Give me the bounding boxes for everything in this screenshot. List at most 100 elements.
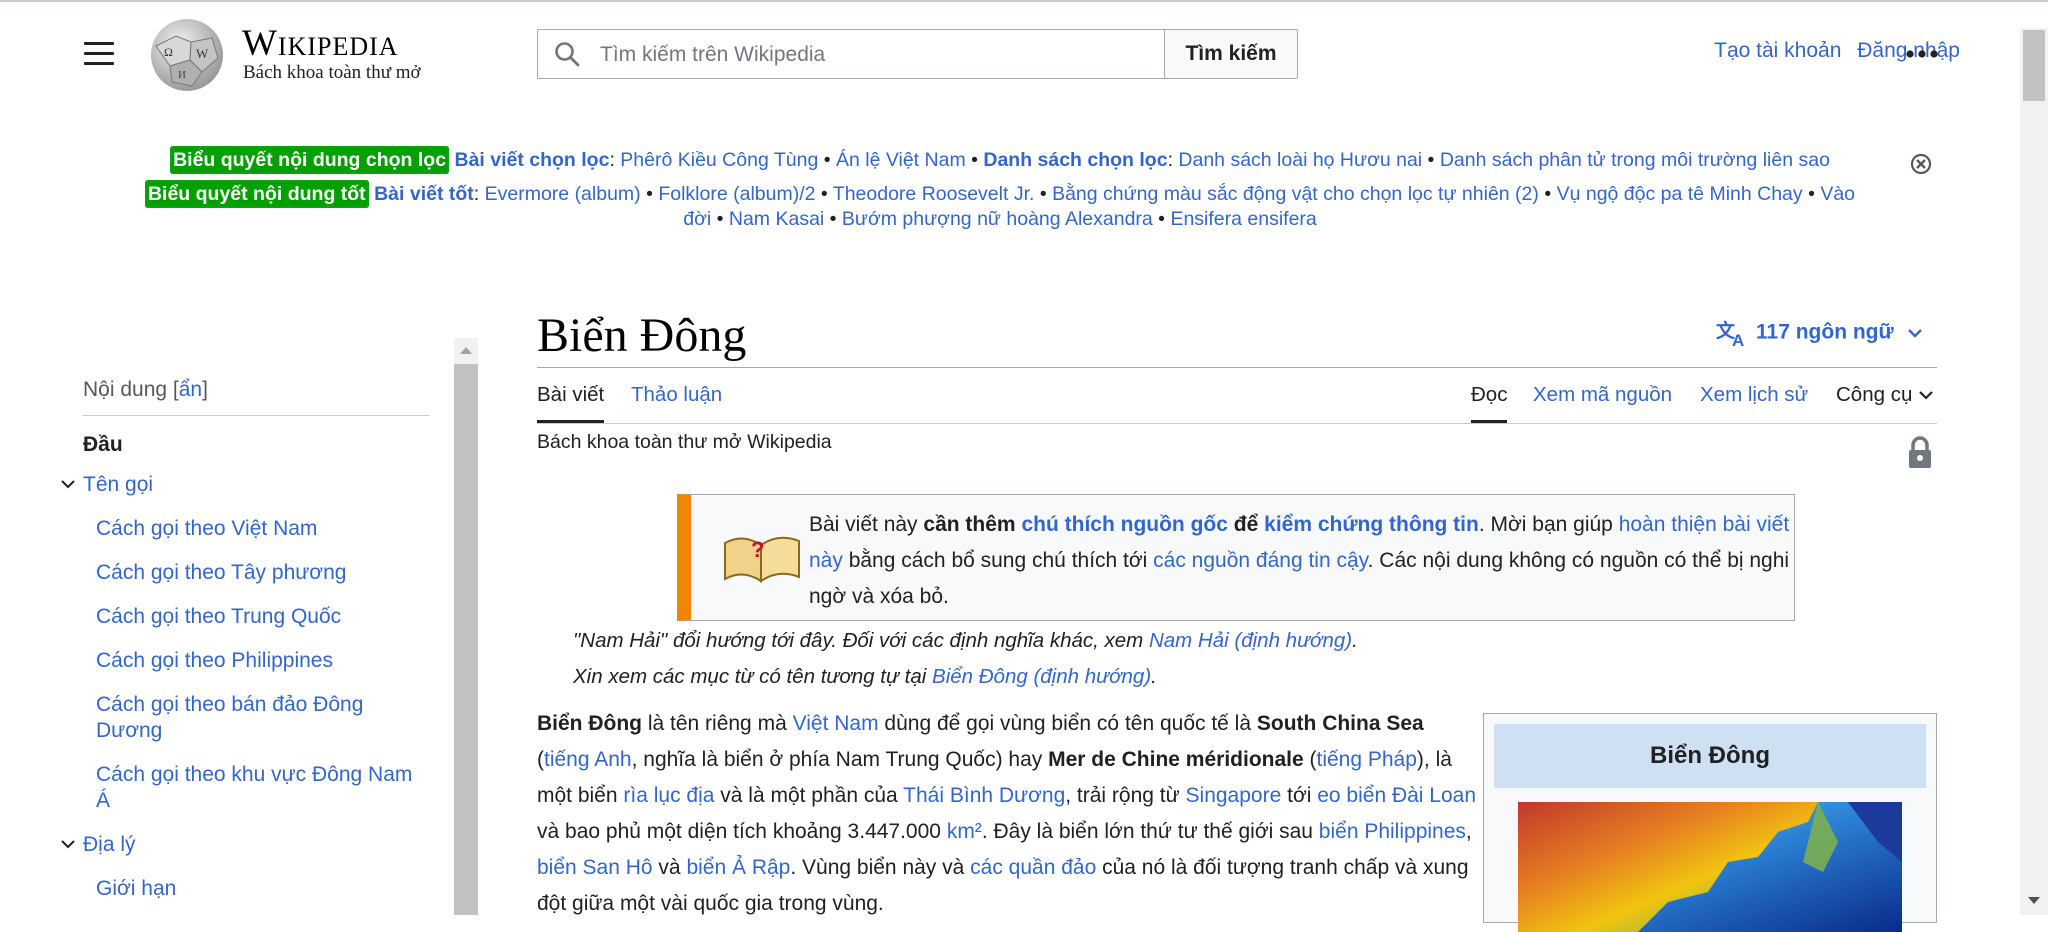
tab-article[interactable]: Bài viết [537,383,605,423]
featured-article-link[interactable]: Phêrô Kiều Công Tùng [620,149,818,171]
main-menu-icon[interactable] [84,42,114,66]
tab-view-source[interactable]: Xem mã nguồn [1533,383,1672,407]
toc-subitem[interactable]: Cách gọi theo bán đảo Đông Dương [96,692,429,744]
wikipedia-wordmark[interactable]: Wikipedia [242,22,399,65]
good-article-link[interactable]: Theodore Roosevelt Jr. [833,183,1035,205]
toc-link[interactable]: Cách gọi theo khu vực Đông Nam Á [96,763,412,812]
featured-list-link[interactable]: Danh sách loài họ Hươu nai [1178,149,1422,171]
notice-link[interactable]: các nguồn đáng tin cậy [1153,549,1367,572]
page-scrollbar[interactable] [2020,28,2048,915]
good-vote-badge[interactable]: Biểu quyết nội dung tốt [144,180,369,208]
article-link[interactable]: biển San Hô [537,856,653,879]
toc-link[interactable]: Giới hạn [96,877,176,900]
good-article-link[interactable]: Evermore (album) [485,183,641,205]
toc-item-top[interactable]: Đầu [83,432,429,458]
relief-map-image[interactable] [1518,802,1902,932]
article-link[interactable]: biển Philippines [1319,820,1466,843]
toc-link[interactable]: Tên gọi [83,473,153,496]
search-icon [555,42,580,67]
wikipedia-globe-logo[interactable]: Ω W И [146,16,228,92]
tab-tools[interactable]: Công cụ [1836,383,1934,407]
svg-text:?: ? [751,537,764,562]
translate-icon: 文 A [1716,319,1744,348]
hatnote: "Nam Hải" đổi hướng tới đây. Đối với các… [573,629,1358,652]
article-link[interactable]: Việt Nam [793,712,879,735]
toc-link[interactable]: Cách gọi theo Việt Nam [96,517,317,540]
toc-subitem[interactable]: Cách gọi theo Tây phương [96,560,429,586]
lock-icon[interactable] [1907,436,1933,470]
table-of-contents: Nội dung [ẩn] Đầu Tên gọi Cách gọi theo … [61,378,429,902]
article-link[interactable]: eo biển Đài Loan [1317,784,1476,807]
notice-link[interactable]: chú thích nguồn gốc [1021,513,1227,536]
infobox: Biển Đông [1483,713,1937,932]
svg-text:A: A [1732,331,1744,348]
search-button[interactable]: Tìm kiếm [1164,29,1298,79]
toc-subitem[interactable]: Giới hạn [96,876,429,902]
toc-link[interactable]: Cách gọi theo bán đảo Đông Dương [96,693,363,742]
tab-history[interactable]: Xem lịch sử [1700,383,1808,407]
article-link[interactable]: tiếng Pháp [1317,748,1417,771]
citation-needed-notice: ? Bài viết này cần thêm chú thích nguồn … [677,494,1795,621]
article-link[interactable]: Singapore [1186,784,1282,807]
featured-lists-label[interactable]: Danh sách chọn lọc [983,149,1167,171]
good-article-link[interactable]: Vụ ngộ độc pa tê Minh Chay [1557,183,1803,205]
tab-talk[interactable]: Thảo luận [631,383,722,407]
article-link[interactable]: rìa lục địa [623,784,714,807]
toc-link[interactable]: Cách gọi theo Tây phương [96,561,346,584]
featured-article-link[interactable]: Án lệ Việt Nam [836,149,966,171]
toc-subitem[interactable]: Cách gọi theo khu vực Đông Nam Á [96,762,429,814]
good-article-link[interactable]: đời [683,208,711,230]
article-link[interactable]: các quần đảo [970,856,1096,879]
site-subtitle: Bách khoa toàn thư mở Wikipedia [537,431,832,453]
good-articles-label[interactable]: Bài viết tốt [374,183,474,205]
page-title: Biển Đông [537,309,747,362]
toc-subitem[interactable]: Cách gọi theo Trung Quốc [96,604,429,630]
scroll-down-arrow[interactable] [2026,894,2042,906]
scroll-up-arrow[interactable] [454,338,478,364]
hatnote: Xin xem các mục từ có tên tương tự tại B… [573,665,1157,688]
hatnote-link[interactable]: Nam Hải (định hướng) [1149,629,1352,652]
good-article-link[interactable]: Bằng chứng màu sắc động vật cho chọn lọc… [1052,183,1539,205]
article-link[interactable]: biển Ả Rập [686,856,790,879]
svg-text:И: И [178,69,186,81]
article-link[interactable]: km² [947,820,982,843]
toc-link[interactable]: Cách gọi theo Philippines [96,649,333,672]
close-notice-icon[interactable] [1910,153,1932,175]
site-notice: Biểu quyết nội dung chọn lọc Bài viết ch… [90,146,1910,232]
toc-item-dia-ly[interactable]: Địa lý [61,832,429,858]
toc-subitem[interactable]: Cách gọi theo Philippines [96,648,429,674]
notice-link[interactable]: kiểm chứng thông tin [1264,513,1479,536]
article-link[interactable]: tiếng Anh [544,748,632,771]
more-options-icon[interactable] [1906,50,1938,58]
lead-paragraph: Biển Đông là tên riêng mà Việt Nam dùng … [537,712,1477,915]
tabs-divider [537,423,1937,424]
article-link[interactable]: Thái Bình Dương [903,784,1065,807]
good-article-link[interactable]: Ensifera ensifera [1170,208,1316,230]
svg-text:Ω: Ω [164,45,173,59]
chevron-down-icon[interactable] [60,838,76,850]
language-button[interactable]: 文 A 117 ngôn ngữ [1716,318,1924,348]
toc-item-ten-goi[interactable]: Tên gọi [61,472,429,498]
good-article-link[interactable]: Folklore (album)/2 [658,183,815,205]
create-account-link[interactable]: Tạo tài khoản [1714,39,1841,62]
scrollbar-thumb[interactable] [2023,30,2045,101]
chevron-down-icon[interactable] [60,478,76,490]
good-notice-row: Biểu quyết nội dung tốt Bài viết tốt: Ev… [90,180,1910,231]
toc-link[interactable]: Địa lý [83,833,136,856]
search-input[interactable] [598,30,1152,80]
toc-subitem[interactable]: Cách gọi theo Việt Nam [96,516,429,542]
featured-vote-badge[interactable]: Biểu quyết nội dung chọn lọc [170,146,450,174]
toc-link[interactable]: Cách gọi theo Trung Quốc [96,605,341,628]
good-article-link[interactable]: Nam Kasai [729,208,824,230]
good-article-link[interactable]: Bướm phượng nữ hoàng Alexandra [842,208,1153,230]
notice-text: Bài viết này cần thêm chú thích nguồn gố… [809,513,1790,608]
toc-hide-link[interactable]: ẩn [179,378,202,401]
infobox-title: Biển Đông [1494,724,1926,788]
search-box[interactable] [537,29,1165,80]
hatnote-link[interactable]: Biển Đông (định hướng) [932,665,1151,688]
toc-scrollbar[interactable] [454,338,478,915]
featured-articles-label[interactable]: Bài viết chọn lọc [454,149,609,171]
good-article-link[interactable]: Vào [1820,183,1855,205]
tab-read[interactable]: Đọc [1471,383,1508,423]
featured-list-link[interactable]: Danh sách phân tử trong môi trường liên … [1440,149,1830,171]
